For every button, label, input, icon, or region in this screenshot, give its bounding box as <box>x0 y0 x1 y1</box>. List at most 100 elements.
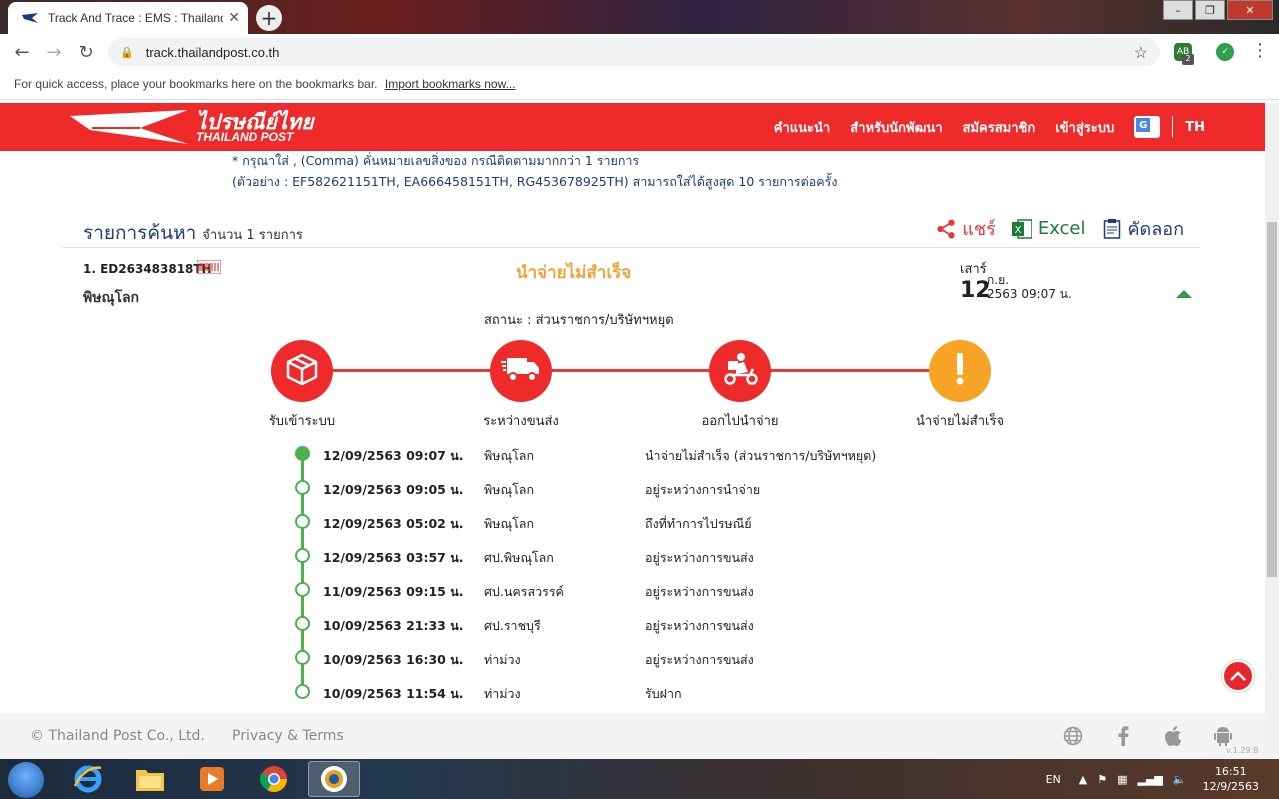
url-text: track.thailandpost.co.th <box>145 44 280 60</box>
step-delivery-failed <box>929 340 991 402</box>
forward-icon[interactable]: → <box>44 42 64 63</box>
timeline-dot <box>295 684 310 699</box>
extension-badge: 2 <box>1182 54 1194 65</box>
tray-expand-icon[interactable]: ▲ <box>1079 773 1087 786</box>
history-location: ศป.พิษณุโลก <box>484 550 554 565</box>
timeline-dot <box>295 582 310 597</box>
status-day-name: เสาร์ <box>960 262 987 277</box>
nav-register[interactable]: สมัครสมาชิก <box>963 117 1036 138</box>
history-date: 10/09/2563 21:33 น. <box>323 618 464 633</box>
system-tray: EN ▲ ⚑ ▦ ▂▄▆ 🔈 16:51 12/9/2563 <box>1046 759 1259 799</box>
copy-button[interactable]: คัดลอก <box>1102 214 1184 243</box>
history-status: ถึงที่ทำการไปรษณีย์ <box>645 516 752 531</box>
privacy-terms-link[interactable]: Privacy & Terms <box>232 728 344 744</box>
google-translate-icon[interactable]: G <box>1134 116 1161 138</box>
status-month: ก.ย. <box>987 273 1009 287</box>
close-window-button[interactable]: ✕ <box>1227 0 1273 20</box>
timeline-dot <box>295 480 310 495</box>
flag-icon[interactable]: ⚑ <box>1097 773 1107 786</box>
hint-line-1: * กรุณาใส่ , (Comma) คั่นหมายเลขสิ่งของ … <box>232 153 640 168</box>
bookmark-star-icon[interactable]: ☆ <box>1134 43 1148 63</box>
internet-explorer-icon[interactable] <box>62 761 114 797</box>
bookmarks-hint: For quick access, place your bookmarks h… <box>14 77 378 91</box>
history-status: อยู่ระหว่างการขนส่ง <box>645 550 754 565</box>
scroll-to-top-button[interactable] <box>1222 660 1254 692</box>
active-app-icon[interactable] <box>308 761 360 797</box>
window-controls: – ❐ ✕ <box>1161 0 1273 20</box>
signal-icon[interactable]: ▂▄▆ <box>1138 773 1163 786</box>
globe-icon[interactable] <box>1062 725 1084 747</box>
history-date: 12/09/2563 09:05 น. <box>323 482 464 497</box>
results-count: จำนวน 1 รายการ <box>202 228 303 243</box>
history-location: พิษณุโลก <box>484 448 535 463</box>
volume-icon[interactable]: 🔈 <box>1173 773 1187 786</box>
history-date: 10/09/2563 11:54 น. <box>323 686 464 701</box>
nav-login[interactable]: เข้าสู่ระบบ <box>1055 117 1114 138</box>
history-status: อยู่ระหว่างการขนส่ง <box>645 584 754 599</box>
bookmarks-bar: For quick access, place your bookmarks h… <box>0 70 1279 100</box>
shield-extension-icon[interactable]: ✓ <box>1216 43 1234 61</box>
box-icon <box>284 351 320 391</box>
scrollbar-thumb[interactable] <box>1267 222 1277 577</box>
svg-text:X: X <box>1014 225 1021 236</box>
restore-button[interactable]: ❐ <box>1195 0 1225 20</box>
android-icon[interactable] <box>1212 725 1234 747</box>
history-date: 12/09/2563 09:07 น. <box>323 448 464 463</box>
clock-date: 12/9/2563 <box>1202 780 1259 793</box>
excel-button[interactable]: X Excel <box>1011 218 1086 240</box>
delivery-status: นำจ่ายไม่สำเร็จ <box>516 263 632 283</box>
collapse-caret-icon[interactable] <box>1176 290 1192 298</box>
excel-icon: X <box>1011 218 1032 240</box>
results-title: รายการค้นหา จำนวน 1 รายการ <box>83 218 303 248</box>
history-location: ท่าม่วง <box>484 686 521 701</box>
file-explorer-icon[interactable] <box>124 761 176 797</box>
history-status: อยู่ระหว่างการขนส่ง <box>645 618 754 633</box>
step-label-out-for-delivery: ออกไปนำจ่าย <box>701 414 779 429</box>
site-header: ไปรษณีย์ไทย THAILAND POST คำแนะนำ สำหรับ… <box>0 103 1265 151</box>
barcode-icon[interactable] <box>196 259 222 275</box>
status-year-time: 2563 09:07 น. <box>987 287 1072 301</box>
history-date: 10/09/2563 16:30 น. <box>323 652 464 667</box>
step-received <box>271 340 333 402</box>
system-clock[interactable]: 16:51 12/9/2563 <box>1203 764 1259 794</box>
step-label-received: รับเข้าระบบ <box>268 414 336 429</box>
keyboard-language[interactable]: EN <box>1046 773 1061 786</box>
copy-label: คัดลอก <box>1127 219 1184 240</box>
clipboard-icon <box>1102 218 1122 240</box>
status-reason: สถานะ : ส่วนราชการ/บริษัทฯหยุด <box>484 313 674 328</box>
history-status: รับฝาก <box>645 686 682 701</box>
thailandpost-favicon <box>22 10 38 26</box>
facebook-icon[interactable] <box>1112 725 1134 747</box>
results-actions: แชร์ X Excel คัดลอก <box>920 214 1184 243</box>
history-location: ศป.นครสวรรค์ <box>484 584 564 599</box>
language-switch[interactable]: TH <box>1185 120 1205 135</box>
close-tab-icon[interactable]: ✕ <box>228 10 240 26</box>
share-button[interactable]: แชร์ <box>936 214 996 243</box>
tab-title: Track And Trace : EMS : Thailand Post <box>48 11 223 25</box>
timeline-dot <box>295 616 310 631</box>
menu-kebab-icon[interactable]: ⋮ <box>1250 40 1270 61</box>
results-divider <box>63 247 1200 248</box>
browser-tab[interactable]: Track And Trace : EMS : Thailand Post ✕ <box>8 2 248 34</box>
apple-icon[interactable] <box>1162 725 1184 747</box>
site-footer: © Thailand Post Co., Ltd. Privacy & Term… <box>0 713 1265 759</box>
timeline-dot <box>295 650 310 665</box>
new-tab-button[interactable]: + <box>256 5 282 31</box>
history-location: พิษณุโลก <box>484 482 535 497</box>
media-player-icon[interactable] <box>186 761 238 797</box>
progress-line <box>302 369 962 372</box>
reload-icon[interactable]: ↻ <box>76 42 96 63</box>
chrome-icon[interactable] <box>248 761 300 797</box>
minimize-button[interactable]: – <box>1163 0 1193 20</box>
thailandpost-logo[interactable]: ไปรษณีย์ไทย THAILAND POST <box>70 106 320 148</box>
history-location: ท่าม่วง <box>484 652 521 667</box>
network-icon[interactable]: ▦ <box>1117 773 1127 786</box>
excel-label: Excel <box>1037 218 1086 239</box>
windows-start-button[interactable] <box>8 762 44 798</box>
nav-guide[interactable]: คำแนะนำ <box>774 117 830 138</box>
address-bar[interactable]: 🔒 track.thailandpost.co.th ☆ <box>108 38 1160 66</box>
exclamation-icon <box>953 352 967 390</box>
import-bookmarks-link[interactable]: Import bookmarks now... <box>385 77 516 91</box>
nav-developer[interactable]: สำหรับนักพัฒนา <box>850 117 942 138</box>
back-icon[interactable]: ← <box>12 42 32 63</box>
